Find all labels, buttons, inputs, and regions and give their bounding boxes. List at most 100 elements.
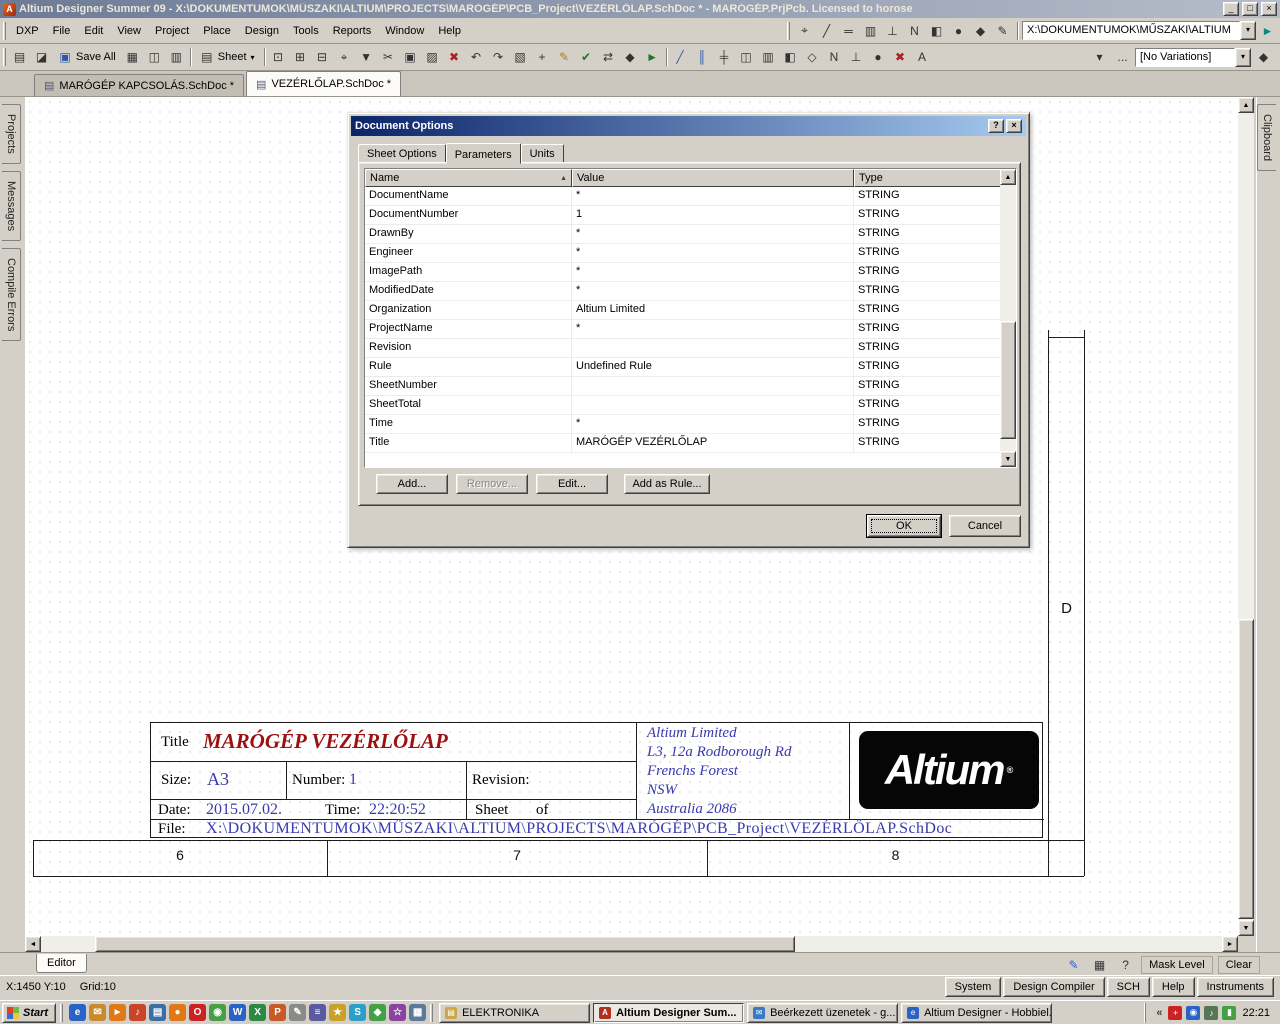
- skype-quicklaunch-icon[interactable]: S: [349, 1004, 367, 1021]
- place-junction-icon[interactable]: ●: [868, 48, 889, 67]
- device-view-icon[interactable]: ▥: [166, 48, 187, 67]
- excel-quicklaunch-icon[interactable]: X: [249, 1004, 267, 1021]
- power-port-icon[interactable]: ⊥: [882, 21, 903, 40]
- editor-tab[interactable]: Editor: [36, 954, 87, 973]
- panel-button-design-compiler[interactable]: Design Compiler: [1003, 977, 1105, 997]
- undo-icon[interactable]: ↶: [466, 48, 487, 67]
- place-sheet-symbol-icon[interactable]: ▥: [758, 48, 779, 67]
- zoom-selected-icon[interactable]: ⊟: [312, 48, 333, 67]
- column-header-value[interactable]: Value: [572, 169, 854, 187]
- compile-icon[interactable]: ✔: [576, 48, 597, 67]
- browse-go-icon[interactable]: ►: [1257, 21, 1278, 40]
- tab-sheet-options[interactable]: Sheet Options: [358, 144, 446, 163]
- cancel-button[interactable]: Cancel: [949, 515, 1021, 537]
- ok-button[interactable]: OK: [867, 515, 941, 537]
- tab-vezerlolap[interactable]: ▤ VEZÉRLŐLAP.SchDoc *: [246, 71, 402, 96]
- cut-icon[interactable]: ✂: [378, 48, 399, 67]
- place-part-icon[interactable]: ◫: [736, 48, 757, 67]
- place-wire-icon[interactable]: ╱: [670, 48, 691, 67]
- task-inbox[interactable]: ✉ Beérkezett üzenetek - g...: [747, 1002, 899, 1023]
- port-icon[interactable]: ◧: [926, 21, 947, 40]
- antivirus-tray-icon[interactable]: +: [1168, 1005, 1183, 1020]
- parameter-row[interactable]: Revision STRING: [365, 339, 1016, 358]
- tab-units[interactable]: Units: [520, 144, 564, 163]
- internet-explorer-quicklaunch-icon[interactable]: e: [69, 1004, 87, 1021]
- desktop-quicklaunch-icon[interactable]: ▦: [409, 1004, 427, 1021]
- menu-item[interactable]: Help: [431, 21, 468, 41]
- opera-quicklaunch-icon[interactable]: O: [189, 1004, 207, 1021]
- dialog-close-button[interactable]: ×: [1006, 119, 1022, 133]
- parameter-row[interactable]: DocumentName * STRING: [365, 187, 1016, 206]
- parameter-row[interactable]: ImagePath * STRING: [365, 263, 1016, 282]
- part-icon[interactable]: ▥: [860, 21, 881, 40]
- print-icon[interactable]: ▦: [122, 48, 143, 67]
- task-browser[interactable]: e Altium Designer - Hobbiel...: [901, 1002, 1053, 1023]
- dialog-titlebar[interactable]: Document Options ? ×: [351, 116, 1026, 136]
- address-value[interactable]: X:\DOKUMENTUMOK\MŰSZAKI\ALTIUM: [1022, 21, 1240, 40]
- parameter-row[interactable]: Organization Altium Limited STRING: [365, 301, 1016, 320]
- place-bus-icon[interactable]: ║: [692, 48, 713, 67]
- sidebar-tab-projects[interactable]: Projects: [2, 104, 21, 164]
- panel-button-help[interactable]: Help: [1151, 977, 1195, 997]
- scroll-down-icon[interactable]: ▼: [1000, 451, 1016, 467]
- browse-library-icon[interactable]: ◆: [620, 48, 641, 67]
- music-quicklaunch-icon[interactable]: ♪: [129, 1004, 147, 1021]
- variations-combo[interactable]: [No Variations] ▾: [1135, 47, 1251, 67]
- run-script-icon[interactable]: ►: [642, 48, 663, 67]
- place-port-icon[interactable]: ◇: [802, 48, 823, 67]
- wire-icon[interactable]: ╱: [816, 21, 837, 40]
- start-button[interactable]: Start: [2, 1002, 57, 1023]
- remove-button[interactable]: Remove...: [456, 474, 528, 494]
- menu-item[interactable]: Window: [378, 21, 431, 41]
- parameter-row[interactable]: DrawnBy * STRING: [365, 225, 1016, 244]
- toolbar-overflow-button[interactable]: ...: [1112, 48, 1133, 67]
- place-net-label-icon[interactable]: N: [824, 48, 845, 67]
- grid-toggle-icon[interactable]: ▦: [1089, 955, 1110, 974]
- open-icon[interactable]: ◪: [31, 48, 52, 67]
- variant-icon[interactable]: ▾: [1089, 48, 1110, 67]
- minimize-button[interactable]: _: [1223, 2, 1239, 16]
- menu-item[interactable]: DXP: [9, 21, 46, 41]
- menu-item[interactable]: Place: [196, 21, 238, 41]
- scrollbar-thumb[interactable]: [1238, 619, 1254, 919]
- photos-quicklaunch-icon[interactable]: ☆: [389, 1004, 407, 1021]
- address-dropdown-icon[interactable]: ▾: [1240, 21, 1256, 40]
- toolbar-grip[interactable]: [3, 48, 6, 66]
- print-preview-icon[interactable]: ◫: [144, 48, 165, 67]
- parameter-row[interactable]: ProjectName * STRING: [365, 320, 1016, 339]
- sidebar-tab-compile-errors[interactable]: Compile Errors: [2, 247, 21, 342]
- network-tray-icon[interactable]: ▮: [1222, 1005, 1237, 1020]
- table-scrollbar[interactable]: ▲ ▼: [1000, 169, 1016, 467]
- parameter-row[interactable]: Title MARÓGÉP VEZÉRLŐLAP STRING: [365, 434, 1016, 453]
- panel-tab-clipboard[interactable]: Clipboard: [1257, 104, 1276, 172]
- scroll-right-icon[interactable]: ►: [1222, 936, 1238, 952]
- close-button[interactable]: ×: [1261, 2, 1277, 16]
- address-combo[interactable]: X:\DOKUMENTUMOK\MŰSZAKI\ALTIUM ▾: [1022, 21, 1256, 40]
- mask-level-button[interactable]: Mask Level: [1141, 955, 1213, 974]
- redo-icon[interactable]: ↷: [488, 48, 509, 67]
- sidebar-tab-messages[interactable]: Messages: [2, 170, 21, 241]
- notepad-quicklaunch-icon[interactable]: ✎: [289, 1004, 307, 1021]
- maximize-button[interactable]: □: [1242, 2, 1258, 16]
- scroll-up-icon[interactable]: ▲: [1238, 97, 1254, 113]
- parameter-row[interactable]: Rule Undefined Rule STRING: [365, 358, 1016, 377]
- tab-marogep-kapcsolas[interactable]: ▤ MARÓGÉP KAPCSOLÁS.SchDoc *: [34, 74, 245, 96]
- panel-button-instruments[interactable]: Instruments: [1196, 977, 1274, 997]
- menu-item[interactable]: Design: [238, 21, 286, 41]
- net-label-icon[interactable]: N: [904, 21, 925, 40]
- calculator-quicklaunch-icon[interactable]: ≡: [309, 1004, 327, 1021]
- navigate-icon[interactable]: ⇄: [598, 48, 619, 67]
- parameter-row[interactable]: Time * STRING: [365, 415, 1016, 434]
- add-as-rule-button[interactable]: Add as Rule...: [624, 474, 710, 494]
- sheet-dropdown[interactable]: ▤ Sheet ▾: [194, 47, 261, 67]
- menu-item[interactable]: View: [110, 21, 148, 41]
- parameter-row[interactable]: Engineer * STRING: [365, 244, 1016, 263]
- clear-filter-icon[interactable]: ✖: [444, 48, 465, 67]
- task-altium-designer[interactable]: A Altium Designer Sum...: [593, 1002, 745, 1023]
- zoom-fit-icon[interactable]: ⊡: [268, 48, 289, 67]
- volume-tray-icon[interactable]: ♪: [1204, 1005, 1219, 1020]
- tray-expand-icon[interactable]: «: [1156, 1007, 1162, 1019]
- scrollbar-thumb[interactable]: [95, 936, 795, 952]
- move-selection-icon[interactable]: +: [532, 48, 553, 67]
- new-document-icon[interactable]: ▤: [9, 48, 30, 67]
